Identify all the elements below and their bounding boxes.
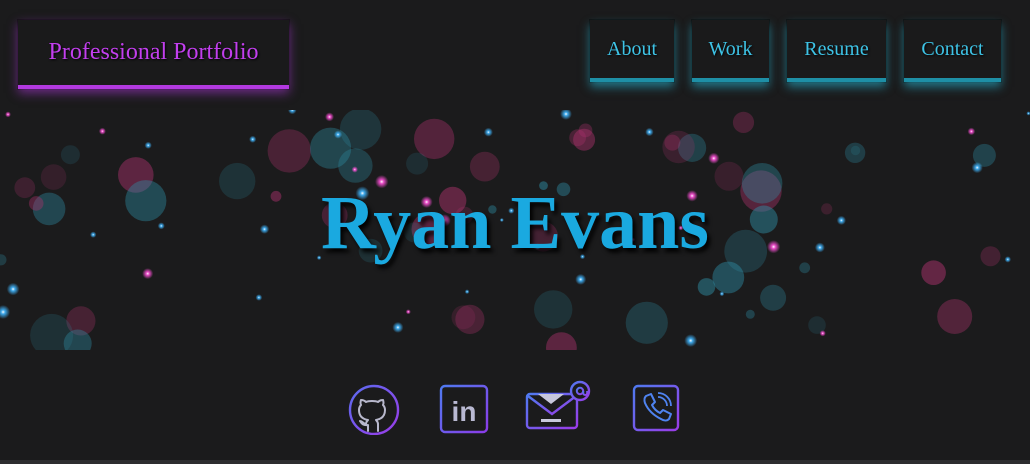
- linkedin-link[interactable]: in: [436, 380, 492, 436]
- github-link[interactable]: [346, 380, 402, 436]
- github-icon: [348, 384, 400, 435]
- footer-divider: [0, 460, 1030, 464]
- svg-text:in: in: [452, 396, 477, 427]
- nav-contact-label: Contact: [921, 37, 984, 60]
- brand-box[interactable]: Professional Portfolio: [18, 20, 289, 89]
- linkedin-icon: in: [439, 384, 489, 434]
- hero-banner: Ryan Evans: [0, 110, 1030, 350]
- phone-icon: [632, 384, 680, 432]
- email-icon: [525, 380, 591, 430]
- phone-link[interactable]: [628, 380, 684, 436]
- hero-name: Ryan Evans: [320, 181, 709, 265]
- nav-about-button[interactable]: About: [590, 20, 674, 82]
- nav-resume-label: Resume: [804, 37, 869, 60]
- nav-work-button[interactable]: Work: [692, 20, 769, 82]
- nav-about-label: About: [607, 37, 657, 60]
- nav-work-label: Work: [708, 37, 753, 60]
- email-link[interactable]: [524, 380, 594, 436]
- brand-title: Professional Portfolio: [48, 39, 259, 65]
- nav-resume-button[interactable]: Resume: [787, 20, 886, 82]
- nav-contact-button[interactable]: Contact: [904, 20, 1001, 82]
